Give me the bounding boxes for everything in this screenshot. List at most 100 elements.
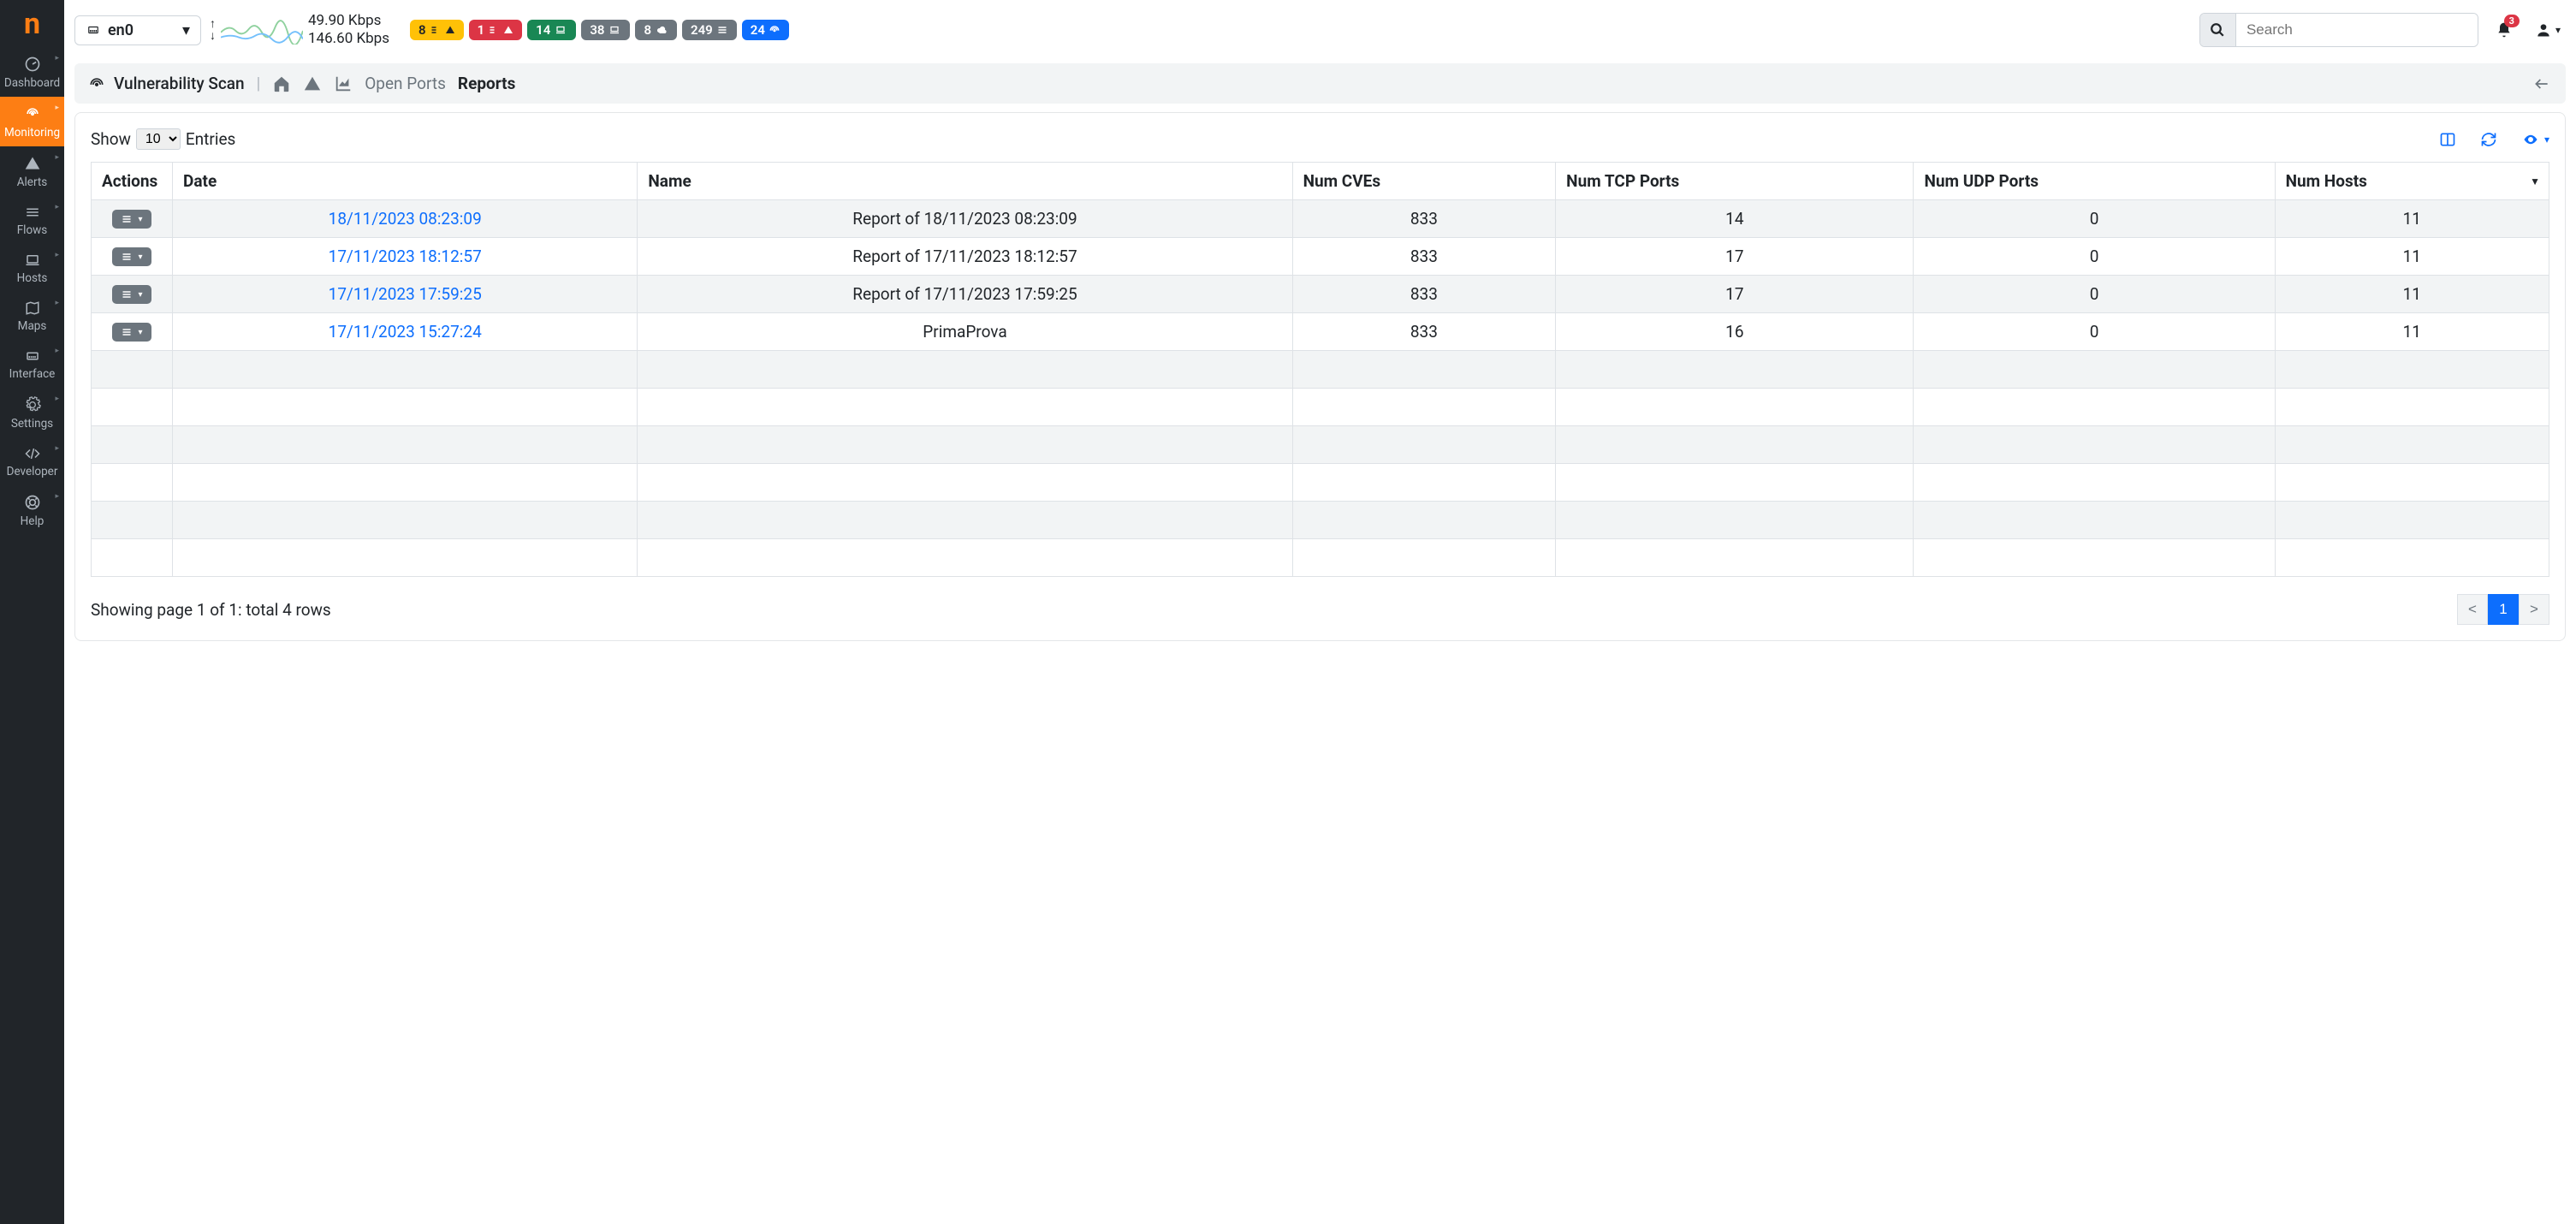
radar-icon xyxy=(2,105,62,122)
report-date-link[interactable]: 17/11/2023 15:27:24 xyxy=(329,322,482,342)
search-input[interactable] xyxy=(2236,14,2478,46)
tab-open-ports[interactable]: Open Ports xyxy=(365,74,446,93)
logo[interactable]: n xyxy=(0,0,64,47)
sidebar-item-interface[interactable]: ▸ Interface xyxy=(0,340,64,388)
entries-label: Entries xyxy=(186,129,235,149)
report-name: Report of 17/11/2023 18:12:57 xyxy=(638,238,1292,276)
table-row-empty xyxy=(92,464,2549,502)
col-date[interactable]: Date xyxy=(173,163,638,200)
pager-next[interactable]: > xyxy=(2519,594,2549,625)
sidebar-item-hosts[interactable]: ▸ Hosts xyxy=(0,244,64,292)
back-button[interactable] xyxy=(2531,75,2552,92)
sidebar-item-label: Maps xyxy=(2,319,62,333)
refresh-button[interactable] xyxy=(2479,131,2498,148)
report-date-link[interactable]: 17/11/2023 18:12:57 xyxy=(329,247,482,266)
notification-badge: 3 xyxy=(2504,15,2520,27)
help-icon xyxy=(2,494,62,511)
num-hosts: 11 xyxy=(2275,276,2549,313)
sort-desc-icon: ▼ xyxy=(2530,175,2540,187)
pager-page-1[interactable]: 1 xyxy=(2488,594,2519,625)
chevron-right-icon: ▸ xyxy=(55,492,59,501)
status-badge[interactable]: 24 xyxy=(742,20,789,40)
table-row-empty xyxy=(92,502,2549,539)
table-row-empty xyxy=(92,389,2549,426)
row-actions-button[interactable]: ▾ xyxy=(112,323,151,342)
table-row: ▾ 17/11/2023 18:12:57 Report of 17/11/2023… xyxy=(92,238,2549,276)
chevron-right-icon: ▸ xyxy=(55,299,59,307)
search-box xyxy=(2199,13,2478,47)
sidebar-item-label: Monitoring xyxy=(2,126,62,140)
sparkline-chart xyxy=(221,15,303,45)
chevron-right-icon: ▸ xyxy=(55,54,59,62)
num-hosts: 11 xyxy=(2275,313,2549,351)
laptop-icon xyxy=(2,253,62,268)
report-date-link[interactable]: 18/11/2023 08:23:09 xyxy=(329,209,482,229)
sidebar-item-monitoring[interactable]: ▸ Monitoring xyxy=(0,97,64,146)
map-icon xyxy=(2,300,62,316)
sidebar-item-dashboard[interactable]: ▸ Dashboard xyxy=(0,47,64,97)
show-label: Show xyxy=(91,129,131,149)
status-badge[interactable]: 8 xyxy=(410,20,464,40)
num-cves: 833 xyxy=(1292,238,1556,276)
caret-down-icon: ▾ xyxy=(182,21,190,39)
col-cves[interactable]: Num CVEs xyxy=(1292,163,1556,200)
col-udp[interactable]: Num UDP Ports xyxy=(1914,163,2275,200)
chevron-right-icon: ▸ xyxy=(55,104,59,112)
warning-icon[interactable] xyxy=(303,74,322,93)
separator: | xyxy=(257,74,261,93)
sidebar-item-label: Flows xyxy=(2,223,62,237)
status-badge[interactable]: 14 xyxy=(527,20,576,40)
pager-prev[interactable]: < xyxy=(2457,594,2488,625)
chevron-right-icon: ▸ xyxy=(55,395,59,403)
reports-table: Actions Date Name Num CVEs Num TCP Ports… xyxy=(91,162,2549,577)
tab-reports[interactable]: Reports xyxy=(458,74,515,93)
num-hosts: 11 xyxy=(2275,200,2549,238)
sidebar-item-alerts[interactable]: ▸ Alerts xyxy=(0,146,64,196)
sidebar-item-flows[interactable]: ▸ Flows xyxy=(0,196,64,244)
report-name: PrimaProva xyxy=(638,313,1292,351)
col-actions[interactable]: Actions xyxy=(92,163,173,200)
num-udp: 0 xyxy=(1914,238,2275,276)
notifications-button[interactable]: 3 xyxy=(2487,21,2521,39)
chevron-right-icon: ▸ xyxy=(55,251,59,259)
search-button[interactable] xyxy=(2200,14,2236,46)
status-badges: 811438824924 xyxy=(410,20,789,40)
entries-selector: Show 10 Entries xyxy=(91,128,235,150)
user-menu[interactable]: ▾ xyxy=(2530,21,2566,39)
chart-icon[interactable] xyxy=(334,74,353,93)
num-cves: 833 xyxy=(1292,276,1556,313)
col-tcp[interactable]: Num TCP Ports xyxy=(1556,163,1914,200)
num-udp: 0 xyxy=(1914,276,2275,313)
status-badge[interactable]: 8 xyxy=(635,20,677,40)
status-badge[interactable]: 249 xyxy=(682,20,737,40)
row-actions-button[interactable]: ▾ xyxy=(112,210,151,229)
main: en0 ▾ ↑↓ 49.90 Kbps 146.60 Kbps 81143882… xyxy=(64,0,2576,1224)
page-title: Vulnerability Scan xyxy=(88,74,245,93)
sidebar-item-developer[interactable]: ▸ Developer xyxy=(0,437,64,485)
num-cves: 833 xyxy=(1292,313,1556,351)
code-icon xyxy=(2,446,62,461)
gear-icon xyxy=(2,396,62,413)
row-actions-button[interactable]: ▾ xyxy=(112,247,151,266)
num-hosts: 11 xyxy=(2275,238,2549,276)
status-badge[interactable]: 38 xyxy=(581,20,630,40)
interface-selector[interactable]: en0 ▾ xyxy=(74,15,201,45)
ethernet-icon xyxy=(2,348,62,364)
sidebar-item-maps[interactable]: ▸ Maps xyxy=(0,292,64,340)
sidebar-item-help[interactable]: ▸ Help xyxy=(0,485,64,535)
breadcrumb: Vulnerability Scan | Open Ports Reports xyxy=(74,63,2566,104)
sidebar-item-label: Help xyxy=(2,514,62,528)
visibility-button[interactable]: ▾ xyxy=(2520,132,2549,147)
status-badge[interactable]: 1 xyxy=(469,20,523,40)
sidebar-item-label: Dashboard xyxy=(2,76,62,90)
page-size-select[interactable]: 10 xyxy=(136,128,181,150)
report-date-link[interactable]: 17/11/2023 17:59:25 xyxy=(329,284,482,304)
sidebar-item-settings[interactable]: ▸ Settings xyxy=(0,388,64,437)
dashboard-icon xyxy=(2,56,62,73)
num-tcp: 17 xyxy=(1556,276,1914,313)
col-name[interactable]: Name xyxy=(638,163,1292,200)
home-icon[interactable] xyxy=(272,74,291,93)
columns-button[interactable] xyxy=(2438,131,2457,148)
row-actions-button[interactable]: ▾ xyxy=(112,285,151,304)
col-hosts[interactable]: Num Hosts ▼ xyxy=(2275,163,2549,200)
